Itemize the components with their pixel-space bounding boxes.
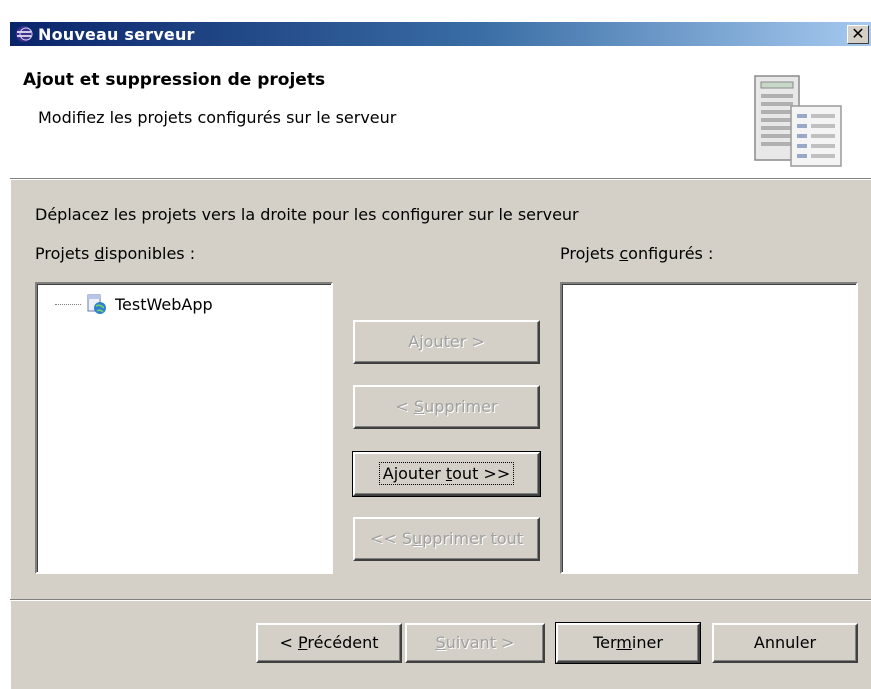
close-icon: ✕ — [851, 24, 865, 43]
configured-projects-label: Projets configurés : — [560, 244, 714, 263]
remove-button[interactable]: < Supprimer — [353, 385, 540, 429]
available-projects-label: Projets disponibles : — [35, 244, 196, 263]
wizard-header: Ajout et suppression de projets Modifiez… — [10, 46, 871, 178]
eclipse-icon — [16, 26, 33, 42]
add-button[interactable]: Ajouter > — [353, 320, 540, 364]
web-project-icon — [87, 294, 106, 314]
close-button[interactable]: ✕ — [847, 25, 869, 44]
header-separator — [10, 178, 871, 180]
configured-projects-list[interactable] — [560, 282, 858, 574]
add-all-button[interactable]: Ajouter tout >> — [352, 451, 541, 497]
next-button[interactable]: Suivant > — [405, 623, 545, 663]
remove-all-button[interactable]: << Supprimer tout — [353, 517, 540, 561]
list-item[interactable]: TestWebApp — [55, 292, 213, 316]
cancel-button[interactable]: Annuler — [712, 623, 858, 663]
available-projects-list[interactable]: TestWebApp — [35, 282, 333, 574]
tree-connector — [55, 303, 81, 305]
footer-separator — [10, 599, 871, 601]
focus-ring: Ajouter tout >> — [378, 462, 515, 485]
finish-button[interactable]: Terminer — [555, 622, 701, 664]
instructions-text: Déplacez les projets vers la droite pour… — [35, 205, 579, 224]
server-icon — [754, 75, 842, 167]
page-description: Modifiez les projets configurés sur le s… — [38, 108, 397, 127]
page-title: Ajout et suppression de projets — [23, 70, 326, 90]
title-bar[interactable]: Nouveau serveur ✕ — [10, 22, 871, 46]
back-button[interactable]: < Précédent — [256, 623, 402, 663]
project-name: TestWebApp — [115, 294, 213, 314]
window-title: Nouveau serveur — [38, 25, 195, 44]
